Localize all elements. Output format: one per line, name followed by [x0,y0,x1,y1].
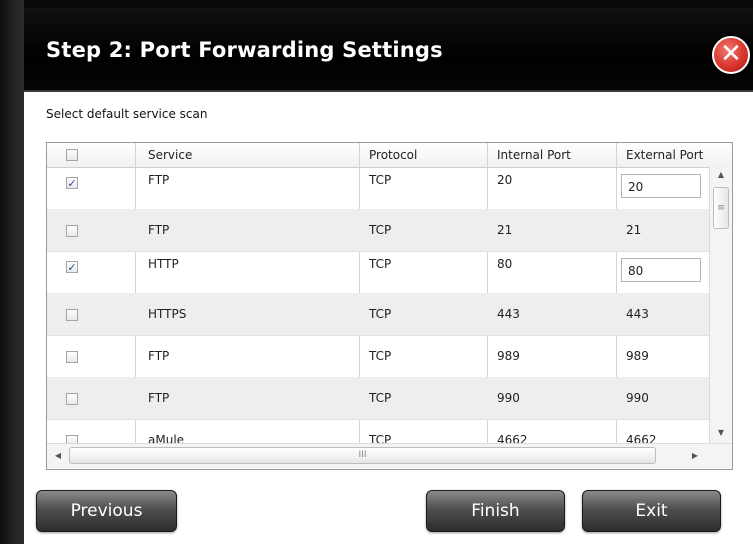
horizontal-scroll-thumb[interactable]: III [69,447,656,464]
scroll-left-icon[interactable]: ◀ [50,447,66,465]
table-row[interactable]: FTP TCP 989 989 [47,335,709,378]
cell-internal-port: 20 [497,173,513,187]
header-protocol[interactable]: Protocol [369,143,417,167]
external-port-input[interactable]: 20 [621,174,701,198]
background-panel [0,0,24,544]
close-icon[interactable]: ✕ [712,36,750,74]
vertical-scrollbar[interactable]: ▲ ≡ ▼ [709,167,732,443]
cell-internal-port: 990 [497,391,520,405]
cell-protocol: TCP [369,173,392,187]
cell-service: aMule [148,433,185,443]
dialog-title: Step 2: Port Forwarding Settings [46,38,443,62]
port-forwarding-dialog: Step 2: Port Forwarding Settings ✕ Selec… [24,8,753,544]
cell-external-port: 4662 [626,433,657,443]
cell-internal-port: 989 [497,349,520,363]
row-checkbox[interactable] [66,435,78,443]
cell-external-port: 990 [626,391,649,405]
header-external-port[interactable]: External Port [626,143,703,167]
scroll-up-icon[interactable]: ▲ [710,167,732,183]
table-body: ✓ FTP TCP 20 20 FTP TCP 21 21 ✓ HTTP TCP 80 80 HTTPS TC… [47,167,709,443]
row-checkbox[interactable] [66,225,78,237]
row-checkbox[interactable] [66,309,78,321]
scroll-thumb[interactable]: ≡ [713,187,729,229]
scroll-down-icon[interactable]: ▼ [710,425,732,441]
row-checkbox[interactable]: ✓ [66,177,78,189]
service-table: Service Protocol Internal Port External … [46,142,733,470]
cell-protocol: TCP [369,223,392,237]
row-checkbox[interactable]: ✓ [66,261,78,273]
cell-protocol: TCP [369,391,392,405]
section-label: Select default service scan [46,107,208,121]
cell-external-port: 989 [626,349,649,363]
row-checkbox[interactable] [66,393,78,405]
cell-service: FTP [148,223,170,237]
table-row[interactable]: FTP TCP 21 21 [47,209,709,252]
background-strip [0,0,753,8]
select-all-checkbox[interactable] [66,149,78,161]
cell-internal-port: 21 [497,223,513,237]
table-row[interactable]: HTTPS TCP 443 443 [47,293,709,336]
table-row[interactable]: ✓ HTTP TCP 80 80 [47,251,709,294]
header-service[interactable]: Service [148,143,192,167]
cell-internal-port: 4662 [497,433,528,443]
table-row[interactable]: aMule TCP 4662 4662 [47,419,709,443]
cell-internal-port: 80 [497,257,513,271]
cell-protocol: TCP [369,307,392,321]
cell-service: FTP [148,391,170,405]
cell-service: FTP [148,173,170,187]
cell-internal-port: 443 [497,307,520,321]
cell-external-port: 21 [626,223,642,237]
table-row[interactable]: ✓ FTP TCP 20 20 [47,167,709,210]
dialog-titlebar: Step 2: Port Forwarding Settings ✕ [24,8,753,92]
exit-button[interactable]: Exit [582,490,721,532]
scroll-right-icon[interactable]: ▶ [687,447,703,465]
cell-protocol: TCP [369,433,392,443]
header-internal-port[interactable]: Internal Port [497,143,571,167]
cell-service: HTTPS [148,307,187,321]
cell-protocol: TCP [369,349,392,363]
finish-button[interactable]: Finish [426,490,565,532]
horizontal-scrollbar[interactable]: ◀ III ▶ [47,443,732,468]
previous-button[interactable]: Previous [36,490,177,532]
row-checkbox[interactable] [66,351,78,363]
table-header: Service Protocol Internal Port External … [47,143,732,168]
cell-external-port: 443 [626,307,649,321]
external-port-input[interactable]: 80 [621,258,701,282]
table-row[interactable]: FTP TCP 990 990 [47,377,709,420]
cell-service: FTP [148,349,170,363]
cell-service: HTTP [148,257,179,271]
cell-protocol: TCP [369,257,392,271]
